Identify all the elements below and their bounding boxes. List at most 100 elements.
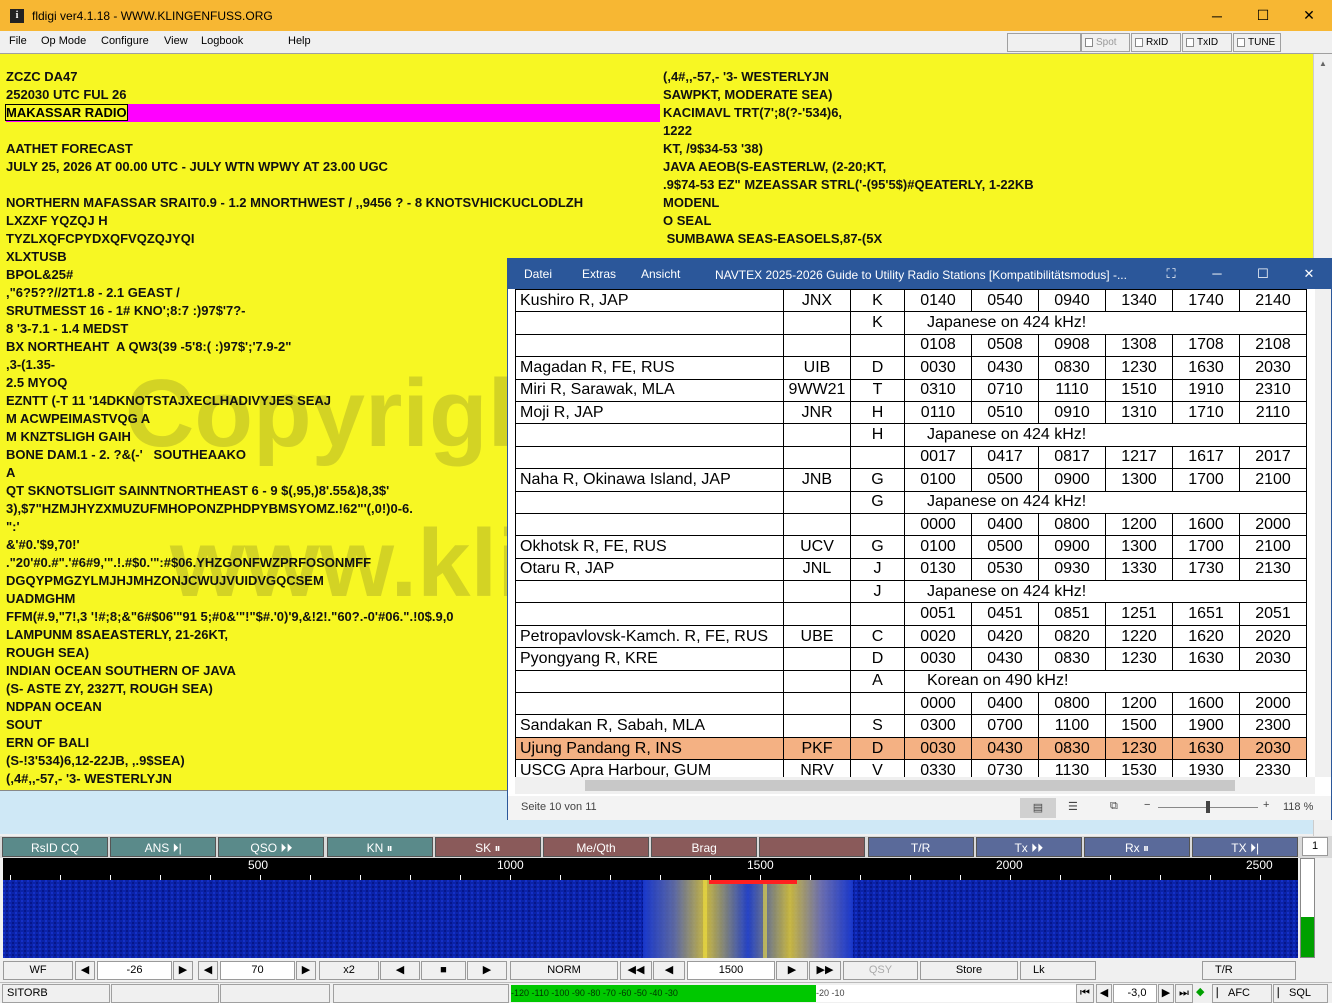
rewind-icon[interactable]: ◀ — [380, 961, 420, 980]
macro-button[interactable]: SK ⏸ — [434, 837, 541, 857]
maximize-button[interactable]: ☐ — [1240, 0, 1286, 31]
range-up-arrow-icon[interactable]: ▶ — [296, 961, 316, 980]
mode-indicator[interactable]: SITORB — [2, 984, 110, 1003]
rx-left-line: AATHET FORECAST — [6, 141, 133, 156]
zoom-button[interactable]: x2 — [319, 961, 379, 980]
zoom-in-icon[interactable]: + — [1263, 799, 1269, 811]
word-menu-extras[interactable]: Extras — [582, 267, 616, 281]
close-button[interactable]: ✕ — [1286, 0, 1332, 31]
level-up-arrow-icon[interactable]: ▶ — [173, 961, 193, 980]
print-layout-icon[interactable]: ☰ — [1068, 800, 1078, 813]
table-cell: 0451 — [971, 602, 1039, 626]
macro-button[interactable]: RsID CQ — [2, 837, 108, 857]
zoom-out-icon[interactable]: − — [1144, 799, 1150, 811]
afc-toggle[interactable]: ⎸AFC — [1212, 984, 1272, 1003]
menu-file[interactable]: File — [9, 35, 27, 47]
table-cell: H — [850, 423, 905, 447]
table-cell: 0030 — [904, 647, 972, 671]
afc-offset-value[interactable]: -3,0 — [1113, 984, 1157, 1003]
spot-toggle[interactable]: Spot — [1081, 33, 1130, 52]
range-down-arrow-icon[interactable]: ◀ — [198, 961, 218, 980]
word-fullscreen-icon[interactable]: ⛶ — [1148, 259, 1194, 289]
speed-button[interactable]: NORM — [510, 961, 618, 980]
macro-bar: 1 RsID CQ ANS ⏵| QSO ⏵⏵ KN ⏸ SK ⏸ Me/Qth Brag T… — [0, 836, 1332, 858]
macro-button[interactable]: Me/Qth — [543, 837, 649, 857]
level-down-arrow-icon[interactable]: ◀ — [75, 961, 95, 980]
fast-right-icon[interactable]: ▶▶ — [809, 961, 841, 980]
afc-left-icon[interactable]: ◀ — [1096, 984, 1112, 1003]
table-cell: Miri R, Sarawak, MLA — [515, 378, 784, 402]
macro-button[interactable] — [759, 837, 866, 857]
table-cell: 1100 — [1038, 714, 1106, 738]
afc-left-fast-icon[interactable]: ⏮ — [1076, 984, 1094, 1003]
word-maximize-button[interactable]: ☐ — [1240, 259, 1286, 289]
app-icon: i — [10, 8, 24, 23]
macro-button[interactable]: TX ⏵| — [1192, 837, 1299, 857]
wf-mode-button[interactable]: WF — [3, 961, 73, 980]
word-menu-ansicht[interactable]: Ansicht — [641, 267, 680, 281]
macro-button[interactable]: QSO ⏵⏵ — [218, 837, 325, 857]
zoom-slider-thumb[interactable] — [1206, 801, 1210, 813]
rx-left-line — [6, 122, 660, 140]
step-left-icon[interactable]: ◀ — [653, 961, 685, 980]
macro-button[interactable]: Brag — [651, 837, 758, 857]
pause-icon[interactable]: ■ — [421, 961, 466, 980]
word-close-button[interactable]: ✕ — [1286, 259, 1332, 289]
lock-toggle[interactable]: Lk — [1020, 961, 1096, 980]
macro-page[interactable]: 1 — [1302, 837, 1328, 856]
macro-button[interactable]: KN ⏸ — [326, 837, 433, 857]
table-cell: 1530 — [1105, 759, 1173, 777]
rx-left-line — [6, 176, 660, 194]
store-button[interactable]: Store — [920, 961, 1018, 980]
table-cell: Naha R, Okinawa Island, JAP — [515, 468, 784, 492]
frequency-value[interactable]: 1500 — [687, 961, 775, 980]
word-horizontal-scrollbar[interactable] — [515, 777, 1315, 794]
menu-logbook[interactable]: Logbook — [201, 35, 243, 47]
range-value[interactable]: 70 — [220, 961, 295, 980]
afc-right-icon[interactable]: ▶ — [1158, 984, 1174, 1003]
macro-button[interactable]: ANS ⏵| — [110, 837, 217, 857]
web-layout-icon[interactable]: ⧉ — [1110, 800, 1118, 813]
minimize-button[interactable]: ─ — [1194, 0, 1240, 31]
fast-left-icon[interactable]: ◀◀ — [620, 961, 652, 980]
qsy-button[interactable]: QSY — [843, 961, 918, 980]
afc-right-fast-icon[interactable]: ⏭ — [1175, 984, 1193, 1003]
scroll-thumb[interactable] — [585, 780, 1235, 791]
macro-button[interactable]: Tx ⏵⏵ — [975, 837, 1082, 857]
macro-button[interactable]: T/R — [867, 837, 974, 857]
forward-icon[interactable]: ▶ — [467, 961, 507, 980]
signal-meter-scale: -20 -10 — [816, 985, 1076, 1002]
menu-configure[interactable]: Configure — [101, 35, 149, 47]
menu-help[interactable]: Help — [288, 35, 311, 47]
table-cell: 2110 — [1239, 400, 1307, 425]
table-cell: Pyongyang R, KRE — [515, 647, 784, 671]
word-minimize-button[interactable]: ─ — [1194, 259, 1240, 289]
status-bar: SITORB -120 -110 -100 -90 -80 -70 -60 -5… — [0, 982, 1332, 1003]
rx-right-line: 1222 — [663, 123, 692, 138]
table-cell: 1200 — [1105, 512, 1173, 537]
tr-toggle[interactable]: T/R — [1202, 961, 1296, 980]
table-cell — [515, 311, 784, 335]
scroll-up-arrow-icon[interactable]: ▲ — [1319, 59, 1327, 68]
rx-bandwidth-marker — [709, 880, 797, 884]
txid-toggle[interactable]: TxID — [1182, 33, 1232, 52]
table-cell: 1300 — [1105, 535, 1173, 559]
menu-view[interactable]: View — [164, 35, 188, 47]
word-document-window[interactable]: Datei Extras Ansicht NAVTEX 2025-2026 Gu… — [507, 258, 1332, 820]
zoom-level[interactable]: 118 % — [1283, 801, 1313, 813]
step-right-icon[interactable]: ▶ — [776, 961, 808, 980]
macro-button[interactable]: Rx ⏸ — [1084, 837, 1190, 857]
sql-toggle[interactable]: ⎸SQL — [1273, 984, 1328, 1003]
rxid-toggle[interactable]: RxID — [1131, 33, 1181, 52]
level-value[interactable]: -26 — [97, 961, 172, 980]
table-cell: 1710 — [1172, 400, 1240, 425]
table-cell: PKF — [783, 736, 851, 761]
word-menu-datei[interactable]: Datei — [524, 267, 552, 281]
read-mode-icon[interactable]: ▤ — [1020, 798, 1056, 818]
table-row: 0017 0417 0817 1217 1617 2017 — [515, 445, 1307, 470]
table-cell: 0800 — [1038, 692, 1106, 716]
menu-op-mode[interactable]: Op Mode — [41, 35, 86, 47]
waterfall-display[interactable] — [3, 880, 1298, 958]
word-vertical-scrollbar[interactable] — [1315, 289, 1331, 777]
tune-toggle[interactable]: TUNE — [1233, 33, 1281, 52]
